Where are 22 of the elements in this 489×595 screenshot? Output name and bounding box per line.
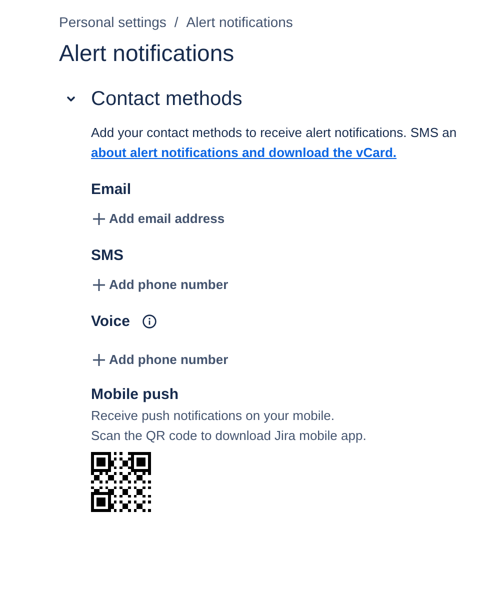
plus-icon [92,352,106,366]
intro-text: Add your contact methods to receive alert notifications. SMS an [91,124,458,142]
plus-icon [92,212,106,226]
method-label: Mobile push [91,386,178,402]
breadcrumb-separator: / [174,14,178,30]
method-label: Email [91,180,132,198]
qr-code [91,452,151,512]
info-icon[interactable] [142,314,157,328]
add-button[interactable]: Add phone number [90,274,230,295]
add-button[interactable]: Add email address [90,208,227,229]
description-text: Scan the QR code to download Jira mobile app. [91,427,368,445]
add-button[interactable]: Add phone number [90,349,230,370]
chevron-icon[interactable] [66,94,76,104]
plus-icon [92,278,106,292]
breadcrumb-link[interactable]: Personal settings [59,14,166,30]
page-title: Alert notifications [59,39,236,68]
help-link[interactable]: about alert notifications and download the vCard. [91,143,397,163]
section-title: Contact methods [91,87,242,112]
breadcrumb-link[interactable]: Alert notifications [186,14,293,30]
method-label: SMS [91,246,124,264]
method-label: Voice [91,312,130,330]
description-text: Receive push notifications on your mobile. [91,407,336,425]
